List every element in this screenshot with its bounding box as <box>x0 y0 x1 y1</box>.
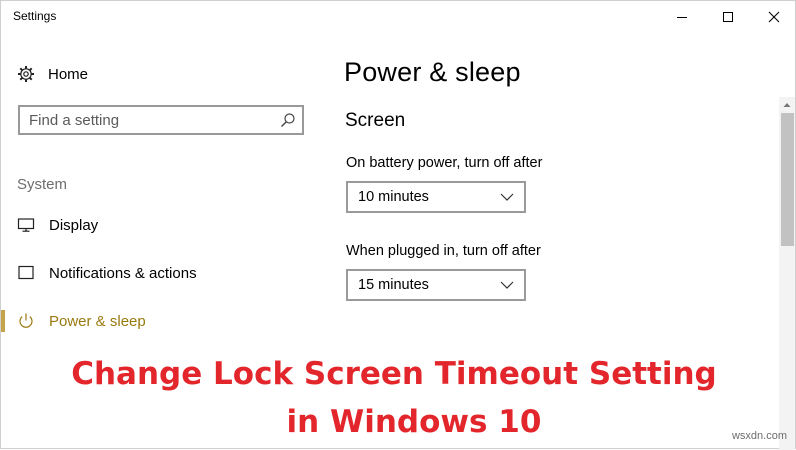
sidebar-item-notifications[interactable]: Notifications & actions <box>1 258 321 288</box>
minimize-button[interactable] <box>659 1 705 33</box>
section-title-screen: Screen <box>345 110 406 131</box>
sidebar-item-label: Display <box>49 216 99 234</box>
chevron-down-icon <box>500 281 514 289</box>
battery-timeout-label: On battery power, turn off after <box>346 155 543 171</box>
caption-line-1: Change Lock Screen Timeout Setting <box>71 356 717 392</box>
caption-line-2: in Windows 10 <box>286 404 542 440</box>
search-box[interactable] <box>18 105 304 135</box>
chevron-down-icon <box>500 193 514 201</box>
dropdown-value: 10 minutes <box>358 189 429 205</box>
title-bar[interactable]: Settings <box>1 1 796 33</box>
sidebar-item-label: Power & sleep <box>49 312 146 330</box>
message-icon <box>17 264 35 282</box>
battery-timeout-dropdown[interactable]: 10 minutes <box>346 181 526 213</box>
window-title: Settings <box>13 9 57 23</box>
settings-window: Settings Home Find a setting System Disp… <box>0 0 796 450</box>
page-title: Power & sleep <box>344 57 521 87</box>
maximize-button[interactable] <box>705 1 751 33</box>
gear-icon <box>17 65 35 83</box>
search-icon[interactable] <box>280 112 296 128</box>
plugged-timeout-label: When plugged in, turn off after <box>346 243 541 259</box>
minimize-icon <box>677 17 687 18</box>
selection-indicator <box>1 310 5 332</box>
home-label: Home <box>48 65 89 83</box>
chevron-up-icon <box>783 103 791 107</box>
sidebar-item-display[interactable]: Display <box>1 210 321 240</box>
dropdown-value: 15 minutes <box>358 277 429 293</box>
plugged-timeout-dropdown[interactable]: 15 minutes <box>346 269 526 301</box>
scroll-up-button[interactable] <box>779 97 795 113</box>
section-label-system: System <box>17 176 68 193</box>
search-input[interactable] <box>29 110 269 130</box>
power-icon <box>17 312 35 330</box>
close-button[interactable] <box>751 1 796 33</box>
scroll-thumb[interactable] <box>781 113 794 246</box>
maximize-icon <box>723 12 733 22</box>
home-link[interactable]: Home <box>17 63 88 85</box>
close-icon <box>768 11 780 23</box>
sidebar-item-label: Notifications & actions <box>49 264 197 282</box>
watermark: wsxdn.com <box>731 430 787 442</box>
monitor-icon <box>17 216 35 234</box>
sidebar-item-power-sleep[interactable]: Power & sleep <box>1 306 321 336</box>
